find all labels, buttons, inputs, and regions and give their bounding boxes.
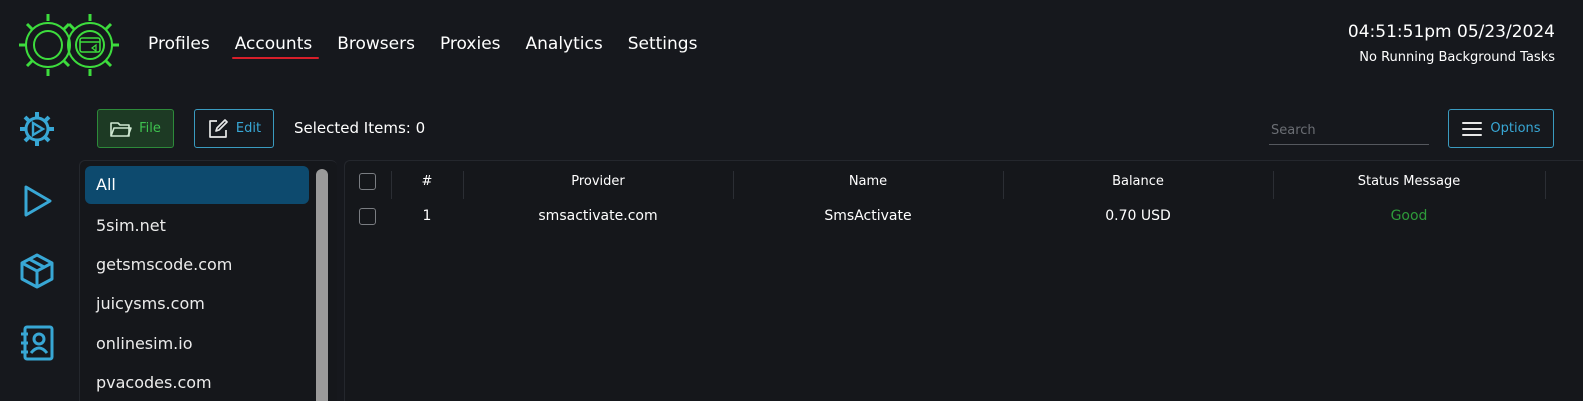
search-input[interactable] [1269, 117, 1429, 145]
file-button[interactable]: File [97, 109, 174, 148]
row-number: 1 [422, 208, 432, 224]
top-bar: Profiles Accounts Browsers Proxies Analy… [0, 0, 1583, 90]
accounts-table-panel: # Provider Name Balance Status Message 1… [344, 160, 1583, 401]
row-provider: smsactivate.com [538, 208, 658, 224]
nav-settings[interactable]: Settings [616, 32, 710, 62]
left-icon-rail [0, 100, 76, 401]
provider-list-panel: All 5sim.net getsmscode.com juicysms.com… [79, 160, 337, 401]
file-button-label: File [139, 121, 161, 136]
contacts-icon[interactable] [18, 324, 56, 362]
edit-button-label: Edit [235, 121, 262, 136]
options-button-label: Options [1490, 121, 1541, 136]
provider-item-all[interactable]: All [85, 166, 309, 204]
select-all-checkbox[interactable] [359, 173, 376, 190]
toolbar: File Edit Selected Items: 0 Options [97, 109, 1557, 148]
nav-analytics[interactable]: Analytics [514, 32, 615, 62]
table-row[interactable]: 1 smsactivate.com SmsActivate 0.70 USD G… [345, 201, 1583, 231]
app-logo-gear-icon[interactable] [18, 10, 122, 80]
row-name: SmsActivate [824, 208, 912, 224]
hamburger-menu-icon [1462, 121, 1483, 136]
column-header-name[interactable]: Name [733, 167, 1003, 197]
column-separator[interactable] [1545, 171, 1546, 199]
play-icon[interactable] [18, 182, 56, 220]
provider-item-juicysms[interactable]: juicysms.com [85, 285, 309, 323]
cube-icon[interactable] [18, 252, 56, 290]
nav-profiles[interactable]: Profiles [148, 32, 222, 62]
background-task-status: No Running Background Tasks [1359, 50, 1555, 65]
nav-proxies[interactable]: Proxies [428, 32, 513, 62]
gear-play-icon[interactable] [18, 110, 56, 148]
selected-items-count: Selected Items: 0 [294, 119, 426, 137]
folder-icon [110, 121, 132, 137]
column-header-number[interactable]: # [391, 167, 463, 197]
edit-pencil-icon [209, 118, 228, 138]
column-header-status-message[interactable]: Status Message [1273, 167, 1545, 197]
provider-item-5sim[interactable]: 5sim.net [85, 207, 309, 245]
provider-item-onlinesim[interactable]: onlinesim.io [85, 325, 309, 363]
column-header-provider[interactable]: Provider [463, 167, 733, 197]
column-header-balance[interactable]: Balance [1003, 167, 1273, 197]
nav-browsers[interactable]: Browsers [325, 32, 427, 62]
provider-item-pvacodes[interactable]: pvacodes.com [85, 364, 309, 401]
table-header: # Provider Name Balance Status Message [345, 167, 1583, 199]
row-balance: 0.70 USD [1105, 208, 1171, 224]
clock: 04:51:51pm 05/23/2024 No Running Backgro… [1348, 22, 1555, 65]
provider-item-getsmscode[interactable]: getsmscode.com [85, 246, 309, 284]
active-tab-underline [232, 57, 319, 59]
row-status-message: Good [1390, 208, 1428, 224]
row-checkbox[interactable] [359, 208, 376, 225]
provider-list-scrollbar[interactable] [316, 169, 328, 401]
clock-time: 04:51:51pm 05/23/2024 [1347, 22, 1555, 42]
edit-button[interactable]: Edit [194, 109, 274, 148]
options-button[interactable]: Options [1448, 109, 1554, 148]
